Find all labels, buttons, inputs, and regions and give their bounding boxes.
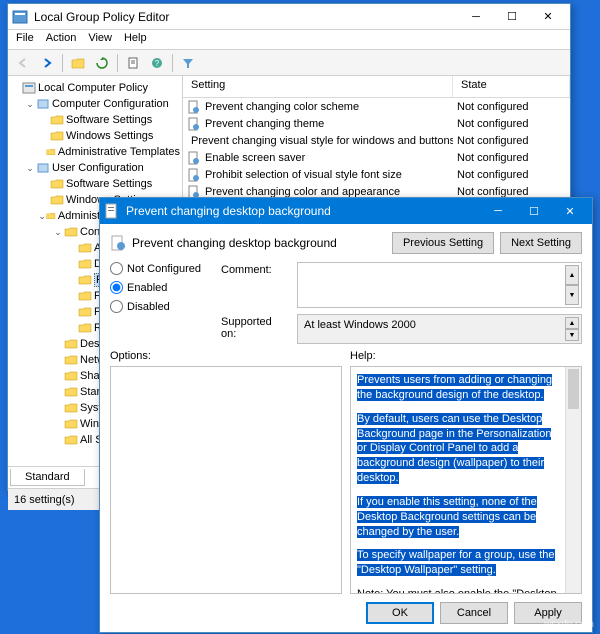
help-scrollbar[interactable]: [565, 367, 581, 593]
next-setting-button[interactable]: Next Setting: [500, 232, 582, 254]
window-title: Local Group Policy Editor: [34, 10, 458, 24]
list-row[interactable]: Prevent changing themeNot configured: [183, 115, 570, 132]
comment-label: Comment:: [221, 262, 289, 276]
tree-item[interactable]: Windows Settings: [10, 128, 180, 144]
col-setting[interactable]: Setting: [183, 76, 453, 97]
menu-action[interactable]: Action: [46, 32, 77, 47]
tree-item[interactable]: ⌄User Configuration: [10, 160, 180, 176]
list-row[interactable]: Prohibit selection of visual style font …: [183, 166, 570, 183]
gpedit-icon: [12, 9, 28, 25]
radio-enabled[interactable]: Enabled: [110, 281, 215, 294]
policy-dialog: Prevent changing desktop background ─ ☐ …: [99, 197, 593, 633]
titlebar[interactable]: Local Group Policy Editor ─ ☐ ✕: [8, 4, 570, 30]
cancel-button[interactable]: Cancel: [440, 602, 508, 624]
list-row[interactable]: Enable screen saverNot configured: [183, 149, 570, 166]
comment-spinner[interactable]: ▲▼: [565, 265, 579, 305]
forward-button[interactable]: [36, 52, 58, 74]
list-row[interactable]: Prevent changing color schemeNot configu…: [183, 98, 570, 115]
list-header[interactable]: Setting State: [183, 76, 570, 98]
help-box[interactable]: Prevents users from adding or changing t…: [350, 366, 582, 594]
properties-button[interactable]: [122, 52, 144, 74]
filter-button[interactable]: [177, 52, 199, 74]
supported-box: At least Windows 2000 ▲▼: [297, 314, 582, 344]
tree-item[interactable]: ⌄Computer Configuration: [10, 96, 180, 112]
dialog-maximize-button[interactable]: ☐: [516, 200, 552, 222]
radio-disabled[interactable]: Disabled: [110, 300, 215, 313]
menu-help[interactable]: Help: [124, 32, 147, 47]
menu-file[interactable]: File: [16, 32, 34, 47]
tree-item[interactable]: Administrative Templates: [10, 144, 180, 160]
state-radios: Not Configured Enabled Disabled: [110, 262, 215, 344]
tree-item[interactable]: Software Settings: [10, 112, 180, 128]
refresh-button[interactable]: [91, 52, 113, 74]
list-row[interactable]: Prevent changing visual style for window…: [183, 132, 570, 149]
tree-item[interactable]: Local Computer Policy: [10, 80, 180, 96]
menu-view[interactable]: View: [88, 32, 112, 47]
tree-item[interactable]: Software Settings: [10, 176, 180, 192]
help-button[interactable]: ?: [146, 52, 168, 74]
up-button[interactable]: [67, 52, 89, 74]
radio-not-configured[interactable]: Not Configured: [110, 262, 215, 275]
supported-label: Supported on:: [221, 314, 289, 340]
minimize-button[interactable]: ─: [458, 6, 494, 28]
help-label: Help:: [350, 350, 582, 362]
policy-icon: [104, 203, 120, 219]
supported-spinner[interactable]: ▲▼: [565, 317, 579, 341]
back-button: [12, 52, 34, 74]
status-text: 16 setting(s): [14, 494, 75, 506]
policy-heading-icon: [110, 235, 126, 251]
tab-standard[interactable]: Standard: [10, 469, 85, 486]
options-label: Options:: [110, 350, 342, 362]
comment-input[interactable]: ▲▼: [297, 262, 582, 308]
dialog-title: Prevent changing desktop background: [126, 204, 480, 218]
watermark: wsxdn.com: [544, 619, 594, 630]
col-state[interactable]: State: [453, 76, 570, 97]
previous-setting-button[interactable]: Previous Setting: [392, 232, 494, 254]
dialog-close-button[interactable]: ✕: [552, 200, 588, 222]
dialog-minimize-button[interactable]: ─: [480, 200, 516, 222]
ok-button[interactable]: OK: [366, 602, 434, 624]
menubar: File Action View Help: [8, 30, 570, 50]
toolbar: ?: [8, 50, 570, 76]
dialog-titlebar[interactable]: Prevent changing desktop background ─ ☐ …: [100, 198, 592, 224]
svg-text:?: ?: [155, 59, 160, 68]
options-box[interactable]: [110, 366, 342, 594]
maximize-button[interactable]: ☐: [494, 6, 530, 28]
policy-heading: Prevent changing desktop background: [110, 235, 386, 251]
close-button[interactable]: ✕: [530, 6, 566, 28]
